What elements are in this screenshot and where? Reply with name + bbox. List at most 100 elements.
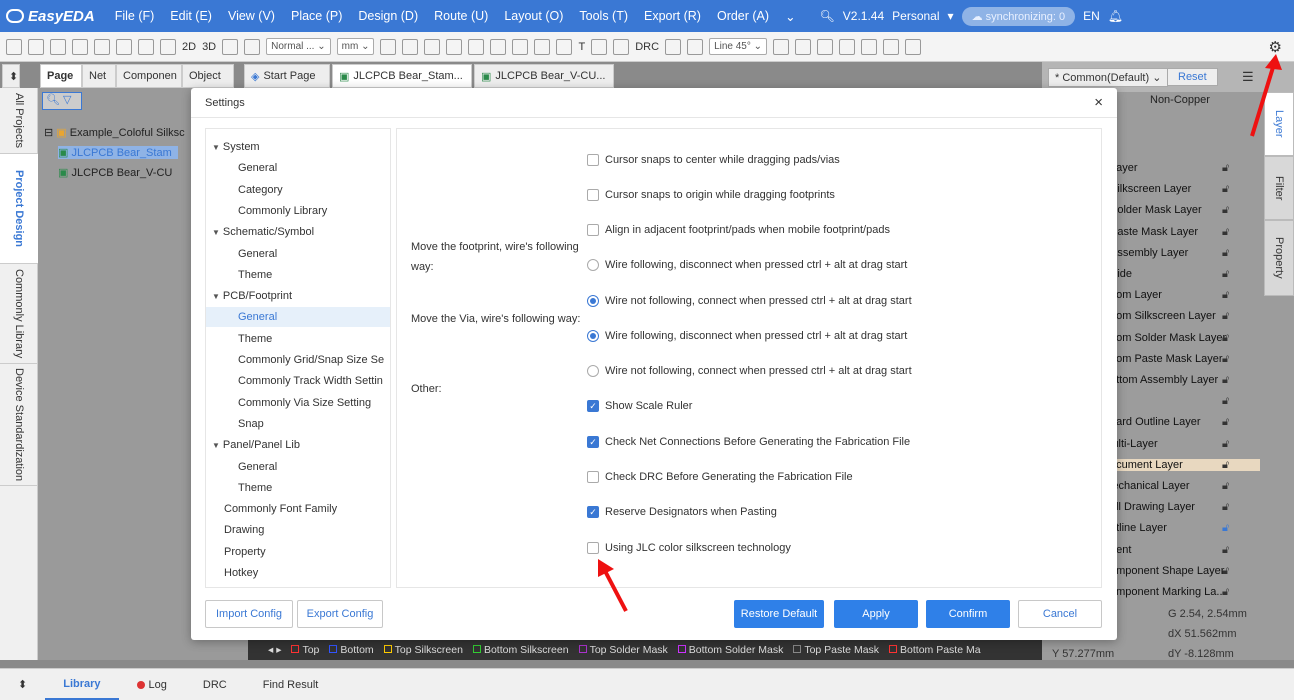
pin-icon[interactable]: ⬍ bbox=[2, 64, 20, 88]
settings-nav-item[interactable]: Category bbox=[206, 180, 390, 200]
unit-select[interactable]: mm ⌄ bbox=[336, 38, 375, 55]
drc-button[interactable]: DRC bbox=[635, 41, 659, 53]
caret-down-icon[interactable]: ▼ bbox=[212, 143, 220, 152]
lock-tool-icon[interactable] bbox=[817, 38, 834, 55]
menu-edit[interactable]: Edit (E) bbox=[162, 9, 220, 23]
checkbox-option[interactable]: ✓ Show Scale Ruler bbox=[587, 397, 692, 415]
layer-strip-item[interactable]: Top bbox=[291, 644, 319, 656]
vtab-commonly-library[interactable]: Commonly Library bbox=[0, 264, 38, 364]
tab-page[interactable]: Page bbox=[40, 64, 82, 88]
layer-row[interactable]: Solder Mask Layer bbox=[1110, 204, 1202, 216]
menu-place[interactable]: Place (P) bbox=[283, 9, 350, 23]
checkbox[interactable] bbox=[587, 542, 599, 554]
menu-order[interactable]: Order (A) bbox=[709, 9, 777, 23]
checkbox-option[interactable]: Cursor snaps to origin while dragging fo… bbox=[587, 186, 835, 204]
grid-icon[interactable] bbox=[138, 38, 154, 55]
lock-icon[interactable]: 🔓︎ bbox=[1222, 395, 1229, 408]
strip-nav-arrows[interactable]: ◂ ▸ bbox=[268, 644, 281, 656]
layer-row[interactable]: ottom Assembly Layer bbox=[1110, 374, 1218, 386]
layer-row[interactable]: oard Outline Layer bbox=[1110, 416, 1201, 428]
rect-icon[interactable] bbox=[446, 38, 463, 55]
lock-icon[interactable]: 🔓︎ bbox=[1222, 247, 1229, 260]
cancel-button[interactable]: Cancel bbox=[1018, 600, 1102, 628]
layer-row[interactable]: omponent Shape Layer bbox=[1110, 565, 1224, 577]
lock-icon[interactable]: 🔓︎ bbox=[1222, 501, 1229, 514]
bell-icon[interactable]: 🔔︎ bbox=[1108, 9, 1123, 23]
settings-nav-item[interactable]: ▼ System bbox=[206, 137, 390, 157]
lock-icon[interactable]: 🔓︎ bbox=[1222, 289, 1229, 302]
app-logo[interactable]: EasyEDA bbox=[0, 8, 107, 25]
line-angle-select[interactable]: Line 45° ⌄ bbox=[709, 38, 768, 55]
reset-button[interactable]: Reset bbox=[1167, 68, 1218, 86]
layer-strip-item[interactable]: Bottom Paste Ma bbox=[889, 644, 981, 656]
save-icon[interactable] bbox=[50, 38, 66, 55]
wire-icon[interactable] bbox=[424, 38, 441, 55]
search-filter-buttons[interactable]: 🔍︎ ▽ bbox=[42, 92, 82, 110]
radio-button[interactable] bbox=[587, 330, 599, 342]
calculator-icon[interactable] bbox=[380, 38, 397, 55]
settings-nav-item[interactable]: Hotkey bbox=[206, 563, 390, 583]
vtab-project-design[interactable]: Project Design bbox=[0, 154, 38, 264]
redo-icon[interactable] bbox=[116, 38, 132, 55]
checkbox[interactable] bbox=[587, 189, 599, 201]
layer-row[interactable]: Silkscreen Layer bbox=[1110, 183, 1191, 195]
checkbox-option[interactable]: Cursor snaps to center while dragging pa… bbox=[587, 151, 840, 169]
layer-row[interactable]: ttom Layer bbox=[1110, 289, 1162, 301]
layer-strip-item[interactable]: Top Solder Mask bbox=[578, 644, 668, 656]
checkbox[interactable] bbox=[587, 471, 599, 483]
checkbox[interactable] bbox=[587, 224, 599, 236]
radio-button[interactable] bbox=[587, 365, 599, 377]
angle-icon[interactable] bbox=[687, 38, 704, 55]
lock-icon[interactable]: 🔓︎ bbox=[1222, 374, 1229, 387]
radio-option[interactable]: Wire following, disconnect when pressed … bbox=[587, 327, 907, 345]
import-config-button[interactable]: Import Config bbox=[205, 600, 293, 628]
text-icon[interactable]: T bbox=[578, 41, 585, 53]
lock-icon[interactable]: 🔓︎ bbox=[1222, 332, 1229, 345]
folder-icon[interactable] bbox=[28, 38, 44, 55]
layer-row[interactable]: ttom Solder Mask Layer bbox=[1110, 332, 1226, 344]
lock-icon[interactable]: 🔓︎ bbox=[1222, 480, 1229, 493]
copper-area-icon[interactable] bbox=[490, 38, 507, 55]
bottom-tab-find-result[interactable]: Find Result bbox=[245, 679, 337, 691]
export-config-button[interactable]: Export Config bbox=[297, 600, 383, 628]
checkbox[interactable]: ✓ bbox=[587, 436, 599, 448]
tree-item-bear-stam[interactable]: ▣ JLCPCB Bear_Stam bbox=[58, 146, 178, 159]
lock-icon[interactable]: 🔓︎ bbox=[1222, 522, 1229, 535]
menu-file[interactable]: File (F) bbox=[107, 9, 163, 23]
lock-icon[interactable]: 🔓︎ bbox=[1222, 204, 1229, 217]
settings-nav-item[interactable]: Snap bbox=[206, 414, 390, 434]
checkbox-option[interactable]: Check DRC Before Generating the Fabricat… bbox=[587, 468, 853, 486]
caret-down-icon[interactable]: ▼ bbox=[212, 228, 220, 237]
layer-row[interactable]: rill Drawing Layer bbox=[1110, 501, 1195, 513]
color-picker-icon[interactable] bbox=[6, 38, 22, 55]
radio-button[interactable] bbox=[587, 259, 599, 271]
settings-nav-item[interactable]: General bbox=[206, 158, 390, 178]
checkbox-option[interactable]: ✓ Reserve Designators when Pasting bbox=[587, 503, 777, 521]
tab-component[interactable]: Componen bbox=[116, 64, 182, 88]
copy-icon[interactable] bbox=[861, 38, 878, 55]
menu-route[interactable]: Route (U) bbox=[426, 9, 496, 23]
confirm-button[interactable]: Confirm bbox=[926, 600, 1010, 628]
settings-nav-item[interactable]: General bbox=[206, 244, 390, 264]
lock-icon[interactable]: 🔓︎ bbox=[1222, 162, 1229, 175]
restore-default-button[interactable]: Restore Default bbox=[734, 600, 824, 628]
undo-icon[interactable] bbox=[94, 38, 110, 55]
settings-nav-item[interactable]: Theme bbox=[206, 329, 390, 349]
menu-design[interactable]: Design (D) bbox=[350, 9, 426, 23]
tab-object[interactable]: Object bbox=[182, 64, 234, 88]
search-icon[interactable]: 🔍︎ bbox=[43, 94, 60, 106]
line-icon[interactable] bbox=[556, 38, 573, 55]
menu-export[interactable]: Export (R) bbox=[636, 9, 709, 23]
radio-button[interactable] bbox=[587, 295, 599, 307]
layer-row[interactable]: omponent Marking La... bbox=[1110, 586, 1226, 598]
tree-project[interactable]: ⊟ ▣ Example_Coloful Silksc bbox=[44, 126, 185, 139]
dimension-icon[interactable] bbox=[591, 38, 608, 55]
menu-layout[interactable]: Layout (O) bbox=[496, 9, 571, 23]
settings-nav-item[interactable]: Theme bbox=[206, 478, 390, 498]
checkbox[interactable]: ✓ bbox=[587, 506, 599, 518]
bottom-tab-library[interactable]: Library bbox=[45, 669, 119, 700]
radio-option[interactable]: Wire not following, connect when pressed… bbox=[587, 292, 912, 310]
paste-icon[interactable] bbox=[883, 38, 900, 55]
plan-select[interactable]: Personal bbox=[892, 9, 939, 23]
mode-select[interactable]: Normal ... ⌄ bbox=[266, 38, 331, 55]
